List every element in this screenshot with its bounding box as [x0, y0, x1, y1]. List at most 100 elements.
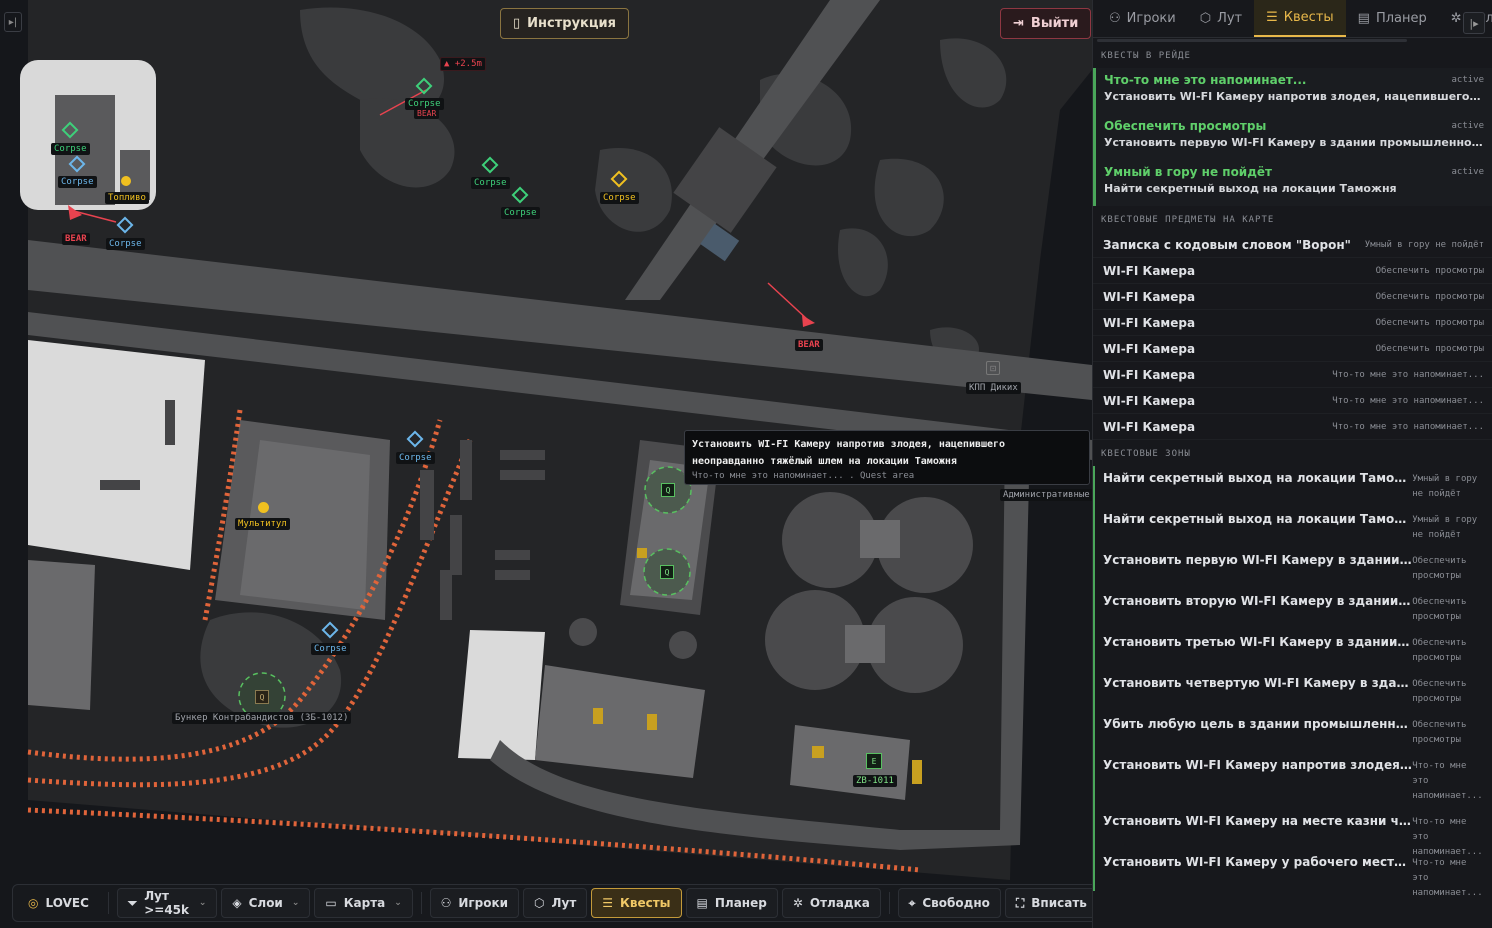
fuel-label: Топливо	[105, 192, 149, 204]
corpse-label: Corpse	[600, 192, 639, 204]
tooltip-subtitle: Что-то мне это напоминает... . Quest are…	[692, 471, 915, 481]
quest-item-row[interactable]: WI-FI Камера Что-то мне это напоминает...	[1093, 388, 1492, 414]
item-quest: Обеспечить просмотры	[1375, 343, 1484, 354]
raid-quest-item[interactable]: Умный в гору не пойдёт active Найти секре…	[1093, 160, 1492, 206]
zone-quest: Что-то мне это напоминает...	[1412, 761, 1483, 801]
corpse-label: Corpse	[58, 176, 97, 188]
zone-name: Установить вторую WI-FI Камеру в здании …	[1103, 594, 1412, 608]
quest-zone-row[interactable]: Установить первую WI-FI Камеру в здании …	[1095, 548, 1492, 589]
quest-zone-list: Найти секретный выход на локации Таможня…	[1093, 466, 1492, 898]
planner-button[interactable]: ▤ Планер	[685, 888, 778, 918]
item-name: WI-FI Камера	[1103, 315, 1196, 330]
quest-name: Обеспечить просмотры	[1104, 119, 1267, 133]
map-view[interactable]: ▸| ▯ Инструкция ⇥ Выйти ▲ +2.5m Corpse B…	[0, 0, 1092, 928]
quest-zone-icon[interactable]: Q	[255, 690, 269, 704]
quest-zone-row[interactable]: Установить WI-FI Камеру у рабочего места…	[1095, 850, 1492, 898]
quest-zone-row[interactable]: Установить вторую WI-FI Камеру в здании …	[1095, 589, 1492, 630]
map-icon: ▭	[325, 896, 337, 910]
zone-quest: Что-то мне это напоминает...	[1412, 817, 1483, 857]
quest-item-row[interactable]: WI-FI Камера Что-то мне это напоминает...	[1093, 362, 1492, 388]
raid-quest-list: Что-то мне это напоминает... active Устан…	[1093, 68, 1492, 206]
quest-zone-row[interactable]: Найти секретный выход на локации Таможня…	[1095, 466, 1492, 507]
debug-button[interactable]: ✲ Отладка	[781, 888, 881, 918]
zone-name: Найти секретный выход на локации Таможня	[1103, 512, 1413, 526]
checkpoint-icon[interactable]: ⊡	[986, 361, 1000, 375]
quest-zone-row[interactable]: Установить четвертую WI-FI Камеру в здан…	[1095, 671, 1492, 712]
quest-item-row[interactable]: Записка с кодовым словом "Ворон" Умный в …	[1093, 232, 1492, 258]
zb1011-label: ZB-1011	[853, 775, 897, 787]
quests-button[interactable]: ☰ Квесты	[591, 888, 682, 918]
zone-name: Убить любую цель в здании промышленного …	[1103, 717, 1413, 731]
multitool-marker-icon[interactable]	[258, 502, 269, 513]
tab-label: Квесты	[1283, 10, 1334, 25]
quest-desc: Установить WI-FI Камеру напротив злодея,…	[1104, 90, 1484, 103]
zone-quest: Обеспечить просмотры	[1412, 638, 1467, 663]
cube-icon: ⬡	[1199, 11, 1212, 26]
instruction-button[interactable]: ▯ Инструкция	[500, 8, 629, 39]
kpp-label: КПП Диких	[966, 382, 1021, 394]
quest-zone-row[interactable]: Установить WI-FI Камеру напротив злодея,…	[1095, 753, 1492, 809]
quest-item-row[interactable]: WI-FI Камера Обеспечить просмотры	[1093, 336, 1492, 362]
quest-status: active	[1451, 121, 1484, 131]
zone-name: Установить четвертую WI-FI Камеру в здан…	[1103, 676, 1412, 690]
bug-icon: ✲	[1450, 11, 1462, 26]
raid-quest-item[interactable]: Обеспечить просмотры active Установить пе…	[1093, 114, 1492, 160]
list-check-icon: ☰	[602, 896, 614, 910]
item-quest: Обеспечить просмотры	[1375, 265, 1484, 276]
raid-quest-item[interactable]: Что-то мне это напоминает... active Устан…	[1093, 68, 1492, 114]
quest-zone-icon[interactable]: Q	[660, 565, 674, 579]
list-check-icon: ☰	[1266, 10, 1278, 25]
chevron-down-icon: ⌄	[198, 898, 207, 908]
free-label: Свободно	[922, 896, 990, 910]
crosshair-icon: ⌖	[908, 895, 916, 910]
quest-zone-row[interactable]: Найти секретный выход на локации Таможня…	[1095, 507, 1492, 548]
layers-dropdown[interactable]: ◈ Слои ⌄	[221, 888, 311, 918]
quest-zone-row[interactable]: Установить WI-FI Камеру на месте казни ч…	[1095, 809, 1492, 857]
quest-item-row[interactable]: WI-FI Камера Обеспечить просмотры	[1093, 310, 1492, 336]
fit-button[interactable]: ⛶ Вписать	[1004, 888, 1092, 918]
loot-button[interactable]: ⬡ Лут	[523, 888, 588, 918]
divider	[107, 892, 109, 914]
chevron-down-icon: ⌄	[394, 898, 402, 908]
tabs-scrollbar[interactable]	[1097, 39, 1407, 42]
item-name: WI-FI Камера	[1103, 393, 1196, 408]
collapse-left-icon[interactable]: ▸|	[4, 12, 22, 32]
quest-desc: Найти секретный выход на локации Таможня	[1104, 182, 1397, 195]
quest-zone-row[interactable]: Убить любую цель в здании промышленного …	[1095, 712, 1492, 753]
item-quest: Что-то мне это напоминает...	[1332, 369, 1484, 380]
quest-zone-icon[interactable]: Q	[661, 483, 675, 497]
section-zones-title: КВЕСТОВЫЕ ЗОНЫ	[1101, 449, 1191, 459]
zone-name: Установить первую WI-FI Камеру в здании …	[1103, 553, 1413, 567]
quest-zone-row[interactable]: Установить третью WI-FI Камеру в здании …	[1095, 630, 1492, 671]
quest-item-row[interactable]: WI-FI Камера Обеспечить просмотры	[1093, 284, 1492, 310]
quest-name: Что-то мне это напоминает...	[1104, 73, 1307, 87]
tab-players[interactable]: ⚇ Игроки	[1097, 0, 1188, 37]
location-label: LOVEC	[45, 896, 89, 910]
collapse-right-icon[interactable]: |▸	[1463, 12, 1485, 34]
location-button[interactable]: ◎ LOVEC	[17, 888, 100, 918]
quest-item-row[interactable]: WI-FI Камера Что-то мне это напоминает...	[1093, 414, 1492, 440]
extract-icon[interactable]: E	[866, 753, 882, 769]
corpse-label: Corpse	[106, 238, 145, 250]
divider	[420, 892, 422, 914]
loot-label: Лут	[551, 896, 577, 910]
tab-planner[interactable]: ▤ Планер	[1346, 0, 1439, 37]
zone-quest: Умный в гору не пойдёт	[1412, 474, 1478, 499]
corpse-label: Corpse	[51, 143, 90, 155]
tab-quests[interactable]: ☰ Квесты	[1254, 0, 1346, 37]
zone-name: Найти секретный выход на локации Таможня	[1103, 471, 1413, 485]
quest-status: active	[1451, 75, 1484, 85]
players-button[interactable]: ⚇ Игроки	[429, 888, 520, 918]
tab-loot[interactable]: ⬡ Лут	[1188, 0, 1254, 37]
planner-label: Планер	[714, 896, 767, 910]
sidebar-tabs: ⚇Игроки ⬡Лут ☰Квесты ▤Планер ✲Отладка	[1093, 0, 1492, 38]
fuel-marker-icon[interactable]	[121, 176, 131, 186]
free-camera-button[interactable]: ⌖ Свободно	[897, 888, 1001, 918]
exit-button[interactable]: ⇥ Выйти	[1000, 8, 1092, 39]
layers-label: Слои	[248, 896, 283, 910]
loot-filter-dropdown[interactable]: ⏷ Лут >=45k ⌄	[116, 888, 218, 918]
map-dropdown[interactable]: ▭ Карта ⌄	[314, 888, 413, 918]
zone-quest: Обеспечить просмотры	[1412, 679, 1467, 704]
sidebar: ⚇Игроки ⬡Лут ☰Квесты ▤Планер ✲Отладка |▸…	[1092, 0, 1492, 928]
quest-item-row[interactable]: WI-FI Камера Обеспечить просмотры	[1093, 258, 1492, 284]
